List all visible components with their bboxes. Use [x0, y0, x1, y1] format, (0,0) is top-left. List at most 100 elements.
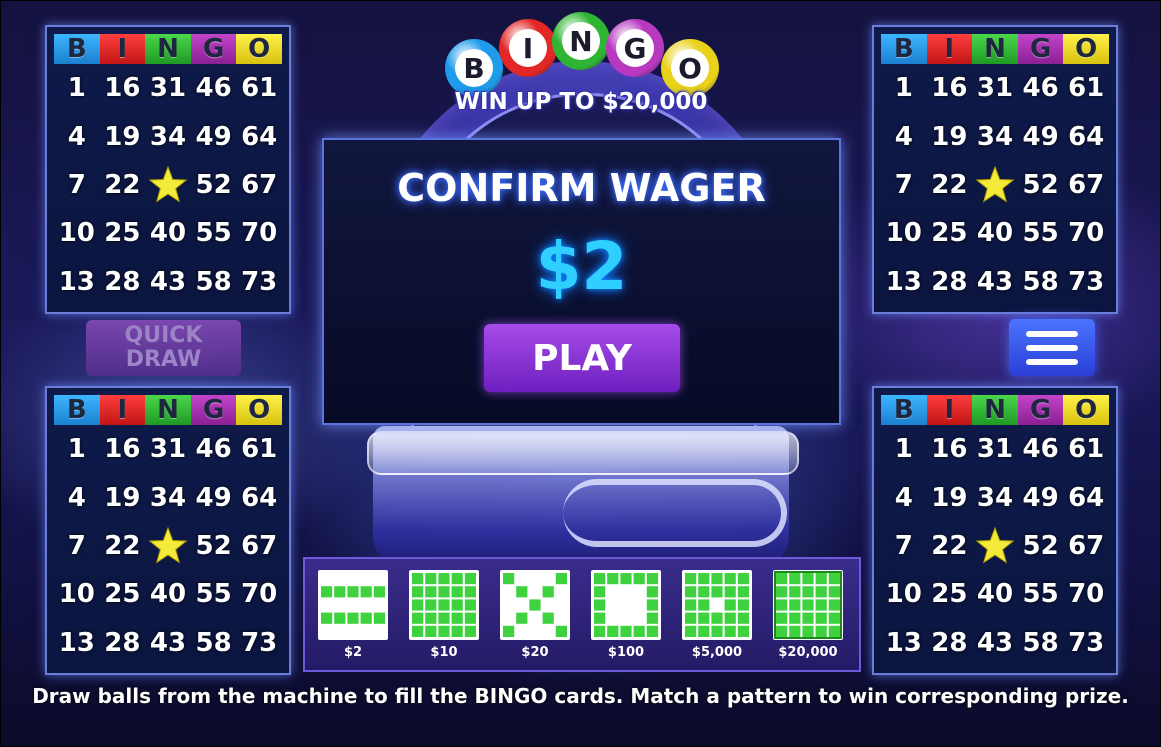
card-number: 40	[976, 579, 1014, 610]
card-number: 7	[894, 169, 913, 200]
card-number: 7	[894, 530, 913, 561]
free-space	[145, 522, 191, 570]
pattern-grid-icon	[773, 570, 843, 640]
card-number: 25	[931, 579, 968, 610]
logo-subtitle: WIN UP TO $20,000	[454, 89, 708, 115]
card-number: 73	[1068, 627, 1105, 658]
prize-pattern-label: $5,000	[691, 645, 743, 660]
card-number: 40	[976, 218, 1014, 249]
card-number: 16	[931, 73, 968, 104]
card-number: 52	[195, 530, 232, 561]
prize-pattern-label: $10	[430, 645, 458, 660]
card-number: 64	[1068, 121, 1105, 152]
bingo-card-bottom-left: B I N G O 1 16 31 46 61 4 19 34 49 64 7 22 52 67 10 25 40 55 70…	[45, 386, 291, 675]
card-number: 1	[894, 434, 913, 465]
prize-pattern-double-frame: $5,000	[682, 570, 752, 660]
prize-pattern-label: $100	[607, 645, 645, 660]
card-number: 4	[67, 121, 86, 152]
card-header-letter: N	[972, 395, 1018, 425]
card-number: 73	[241, 266, 278, 297]
instructions-text: Draw balls from the machine to fill the …	[32, 684, 1129, 708]
card-number: 52	[1022, 169, 1059, 200]
card-number: 1	[67, 434, 86, 465]
card-number: 73	[241, 627, 278, 658]
card-number: 64	[241, 482, 278, 513]
prize-pattern-frame: $100	[591, 570, 661, 660]
card-number: 49	[1022, 121, 1059, 152]
logo-ball-letter: B	[455, 49, 493, 87]
card-number: 61	[241, 73, 278, 104]
card-header: BINGO	[54, 395, 282, 425]
card-header-letter: O	[236, 395, 282, 425]
card-header-letter: G	[1017, 395, 1064, 425]
card-number: 49	[195, 121, 232, 152]
card-number: 16	[104, 73, 141, 104]
card-number-grid: 1 16 31 46 61 4 19 34 49 64 7 22 52 67 10 25 40 55 70 13 28 4…	[881, 425, 1109, 667]
card-number: 58	[195, 266, 232, 297]
card-number: 49	[195, 482, 232, 513]
card-number: 55	[1022, 218, 1059, 249]
card-number: 16	[931, 434, 968, 465]
card-number: 31	[149, 434, 187, 465]
card-number: 10	[58, 579, 95, 610]
quick-draw-label-line1: QUICK	[124, 323, 203, 348]
card-number-grid: 1 16 31 46 61 4 19 34 49 64 7 22 52 67 10 25 40 55 70 13 28 4…	[881, 64, 1109, 306]
logo-ball-letter: O	[671, 49, 709, 87]
logo-ball-g: G	[606, 19, 664, 77]
card-number: 52	[195, 169, 232, 200]
card-number: 16	[104, 434, 141, 465]
card-number: 19	[104, 482, 141, 513]
card-header-letter: O	[1063, 395, 1109, 425]
free-space	[972, 522, 1018, 570]
bingo-card-top-left: B I N G O 1 16 31 46 61 4 19 34 49 64 7 22 52 67 10 25 40 55 70…	[45, 25, 291, 314]
card-number: 4	[894, 121, 913, 152]
card-number: 13	[885, 266, 922, 297]
card-header-letter: N	[145, 34, 191, 64]
card-number: 28	[104, 627, 141, 658]
menu-button[interactable]	[1009, 319, 1095, 376]
card-number: 13	[885, 627, 922, 658]
card-number: 31	[149, 73, 187, 104]
card-number: 67	[1068, 169, 1105, 200]
card-number: 58	[1022, 627, 1059, 658]
prize-pattern-full-grid: $10	[409, 570, 479, 660]
card-number: 55	[195, 579, 232, 610]
card-number: 70	[241, 218, 278, 249]
card-header-letter: O	[1063, 34, 1109, 64]
prize-patterns-bar: $2 $10 $20 $100 $5,000 $20,000	[303, 557, 861, 672]
card-header-letter: G	[190, 395, 237, 425]
card-header-letter: N	[145, 395, 191, 425]
prize-pattern-two-lines: $2	[318, 570, 388, 660]
card-number: 67	[241, 169, 278, 200]
pattern-grid-icon	[318, 570, 388, 640]
card-number: 4	[67, 482, 86, 513]
card-number: 19	[104, 121, 141, 152]
card-number: 22	[931, 169, 968, 200]
card-header-letter: G	[1017, 34, 1064, 64]
card-number: 46	[1022, 434, 1059, 465]
card-number: 64	[241, 121, 278, 152]
quick-draw-button[interactable]: QUICK DRAW	[86, 320, 241, 376]
card-number: 70	[1068, 218, 1105, 249]
card-number: 7	[67, 530, 86, 561]
card-number: 73	[1068, 266, 1105, 297]
confirm-wager-title: CONFIRM WAGER	[397, 166, 766, 210]
card-number: 25	[104, 579, 141, 610]
card-number: 61	[1068, 434, 1105, 465]
card-number-grid: 1 16 31 46 61 4 19 34 49 64 7 22 52 67 10 25 40 55 70 13 28 4…	[54, 64, 282, 306]
card-number: 61	[1068, 73, 1105, 104]
card-number: 46	[195, 73, 232, 104]
card-number: 55	[195, 218, 232, 249]
card-header: BINGO	[881, 395, 1109, 425]
card-header-letter: G	[190, 34, 237, 64]
card-number: 34	[149, 482, 187, 513]
play-button[interactable]: PLAY	[484, 324, 680, 392]
logo-ball-letter: N	[562, 22, 600, 60]
card-number: 64	[1068, 482, 1105, 513]
card-number: 22	[104, 169, 141, 200]
card-number: 46	[195, 434, 232, 465]
card-number: 1	[894, 73, 913, 104]
card-header-letter: B	[881, 34, 927, 64]
card-number: 58	[195, 627, 232, 658]
card-number: 34	[976, 121, 1014, 152]
